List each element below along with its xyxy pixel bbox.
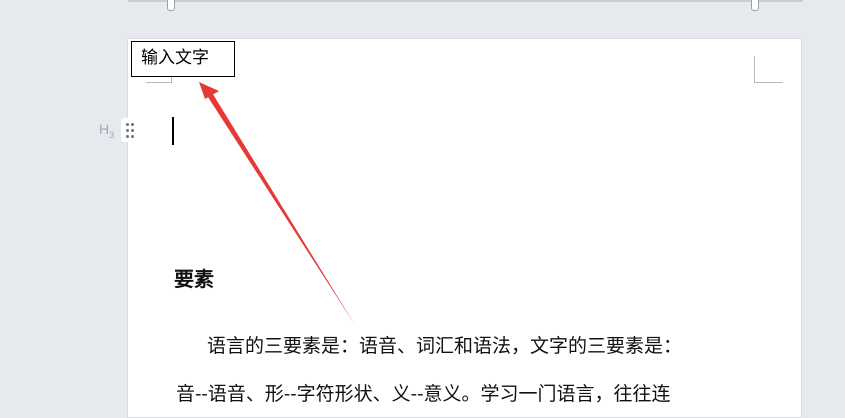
annotation-arrow xyxy=(199,82,355,325)
callout-textbox[interactable]: 输入文字 xyxy=(131,41,235,77)
arrow-head xyxy=(199,82,219,99)
arrow-shaft xyxy=(206,91,355,325)
